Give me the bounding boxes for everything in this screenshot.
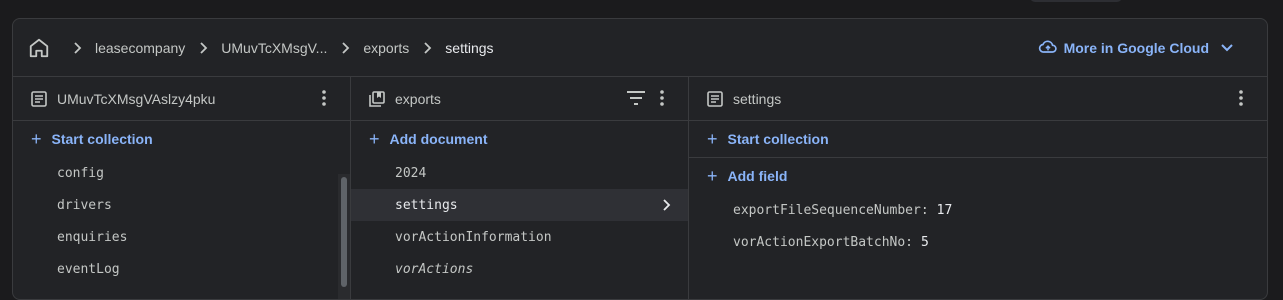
- list-item[interactable]: 2024: [351, 157, 688, 189]
- plus-icon: +: [31, 129, 42, 149]
- list-item[interactable]: enquiries: [13, 221, 350, 253]
- plus-icon: +: [707, 166, 718, 186]
- scrollbar-thumb[interactable]: [341, 177, 347, 287]
- breadcrumb-item-leasecompany[interactable]: leasecompany: [95, 40, 185, 56]
- chevron-right-icon: [417, 38, 437, 58]
- cloud-icon: [1038, 37, 1064, 60]
- add-document-button[interactable]: + Add document: [351, 121, 688, 157]
- firestore-data-panel: leasecompany UMuvTcXMsgV... exports sett…: [12, 18, 1268, 300]
- exports-column-title: exports: [395, 90, 441, 107]
- filter-icon[interactable]: [626, 89, 646, 110]
- list-item[interactable]: drivers: [13, 189, 350, 221]
- document-column-header: UMuvTcXMsgVAslzy4pku: [13, 77, 350, 121]
- document-icon: [30, 90, 48, 108]
- more-vert-icon[interactable]: [1231, 88, 1251, 111]
- more-vert-icon[interactable]: [314, 88, 334, 111]
- chevron-down-icon: [1219, 39, 1241, 58]
- breadcrumb: leasecompany UMuvTcXMsgV... exports sett…: [59, 19, 494, 76]
- settings-column: settings + Start collection + Add field …: [689, 77, 1267, 299]
- list-item-label: settings: [395, 197, 458, 213]
- list-item[interactable]: eventLog: [13, 253, 350, 285]
- document-column-title: UMuvTcXMsgVAslzy4pku: [57, 90, 216, 107]
- start-collection-label: Start collection: [51, 131, 153, 147]
- add-field-label: Add field: [727, 168, 788, 184]
- chevron-right-icon: [67, 38, 87, 58]
- more-in-google-cloud-button[interactable]: More in Google Cloud: [1038, 31, 1241, 65]
- list-item[interactable]: vorActionInformation: [351, 221, 688, 253]
- field-value: 5: [921, 234, 929, 250]
- list-item[interactable]: config: [13, 157, 350, 189]
- more-vert-icon[interactable]: [652, 88, 672, 111]
- plus-icon: +: [369, 129, 380, 149]
- field-key: exportFileSequenceNumber:: [733, 202, 929, 218]
- start-collection-label: Start collection: [727, 131, 829, 147]
- panel-header: leasecompany UMuvTcXMsgV... exports sett…: [13, 19, 1267, 77]
- list-item-selected[interactable]: settings: [351, 189, 688, 221]
- start-collection-button[interactable]: + Start collection: [689, 121, 1267, 158]
- settings-column-title: settings: [733, 90, 782, 107]
- field-row[interactable]: vorActionExportBatchNo: 5: [689, 226, 1267, 258]
- start-collection-button[interactable]: + Start collection: [13, 121, 350, 157]
- list-item[interactable]: vorActions: [351, 253, 688, 285]
- field-key: vorActionExportBatchNo:: [733, 234, 914, 250]
- collection-icon: [368, 90, 386, 108]
- breadcrumb-item-document[interactable]: UMuvTcXMsgV...: [221, 40, 327, 56]
- breadcrumb-item-exports[interactable]: exports: [363, 40, 409, 56]
- breadcrumb-item-settings[interactable]: settings: [445, 40, 493, 56]
- chevron-right-icon: [193, 38, 213, 58]
- field-row[interactable]: exportFileSequenceNumber: 17: [689, 194, 1267, 226]
- add-field-button[interactable]: + Add field: [689, 158, 1267, 194]
- chevron-right-icon: [658, 197, 674, 217]
- add-document-label: Add document: [389, 131, 488, 147]
- plus-icon: +: [707, 129, 718, 149]
- exports-column-header: exports: [351, 77, 688, 121]
- home-icon[interactable]: [28, 37, 50, 59]
- settings-column-header: settings: [689, 77, 1267, 121]
- chevron-right-icon: [335, 38, 355, 58]
- top-edge-chip: [1030, 0, 1122, 2]
- document-column: UMuvTcXMsgVAslzy4pku + Start collection …: [13, 77, 351, 299]
- document-icon: [706, 90, 724, 108]
- field-value: 17: [936, 202, 953, 218]
- more-in-google-cloud-label: More in Google Cloud: [1063, 40, 1209, 56]
- exports-column: exports + Add document 2024 settings vor…: [351, 77, 689, 299]
